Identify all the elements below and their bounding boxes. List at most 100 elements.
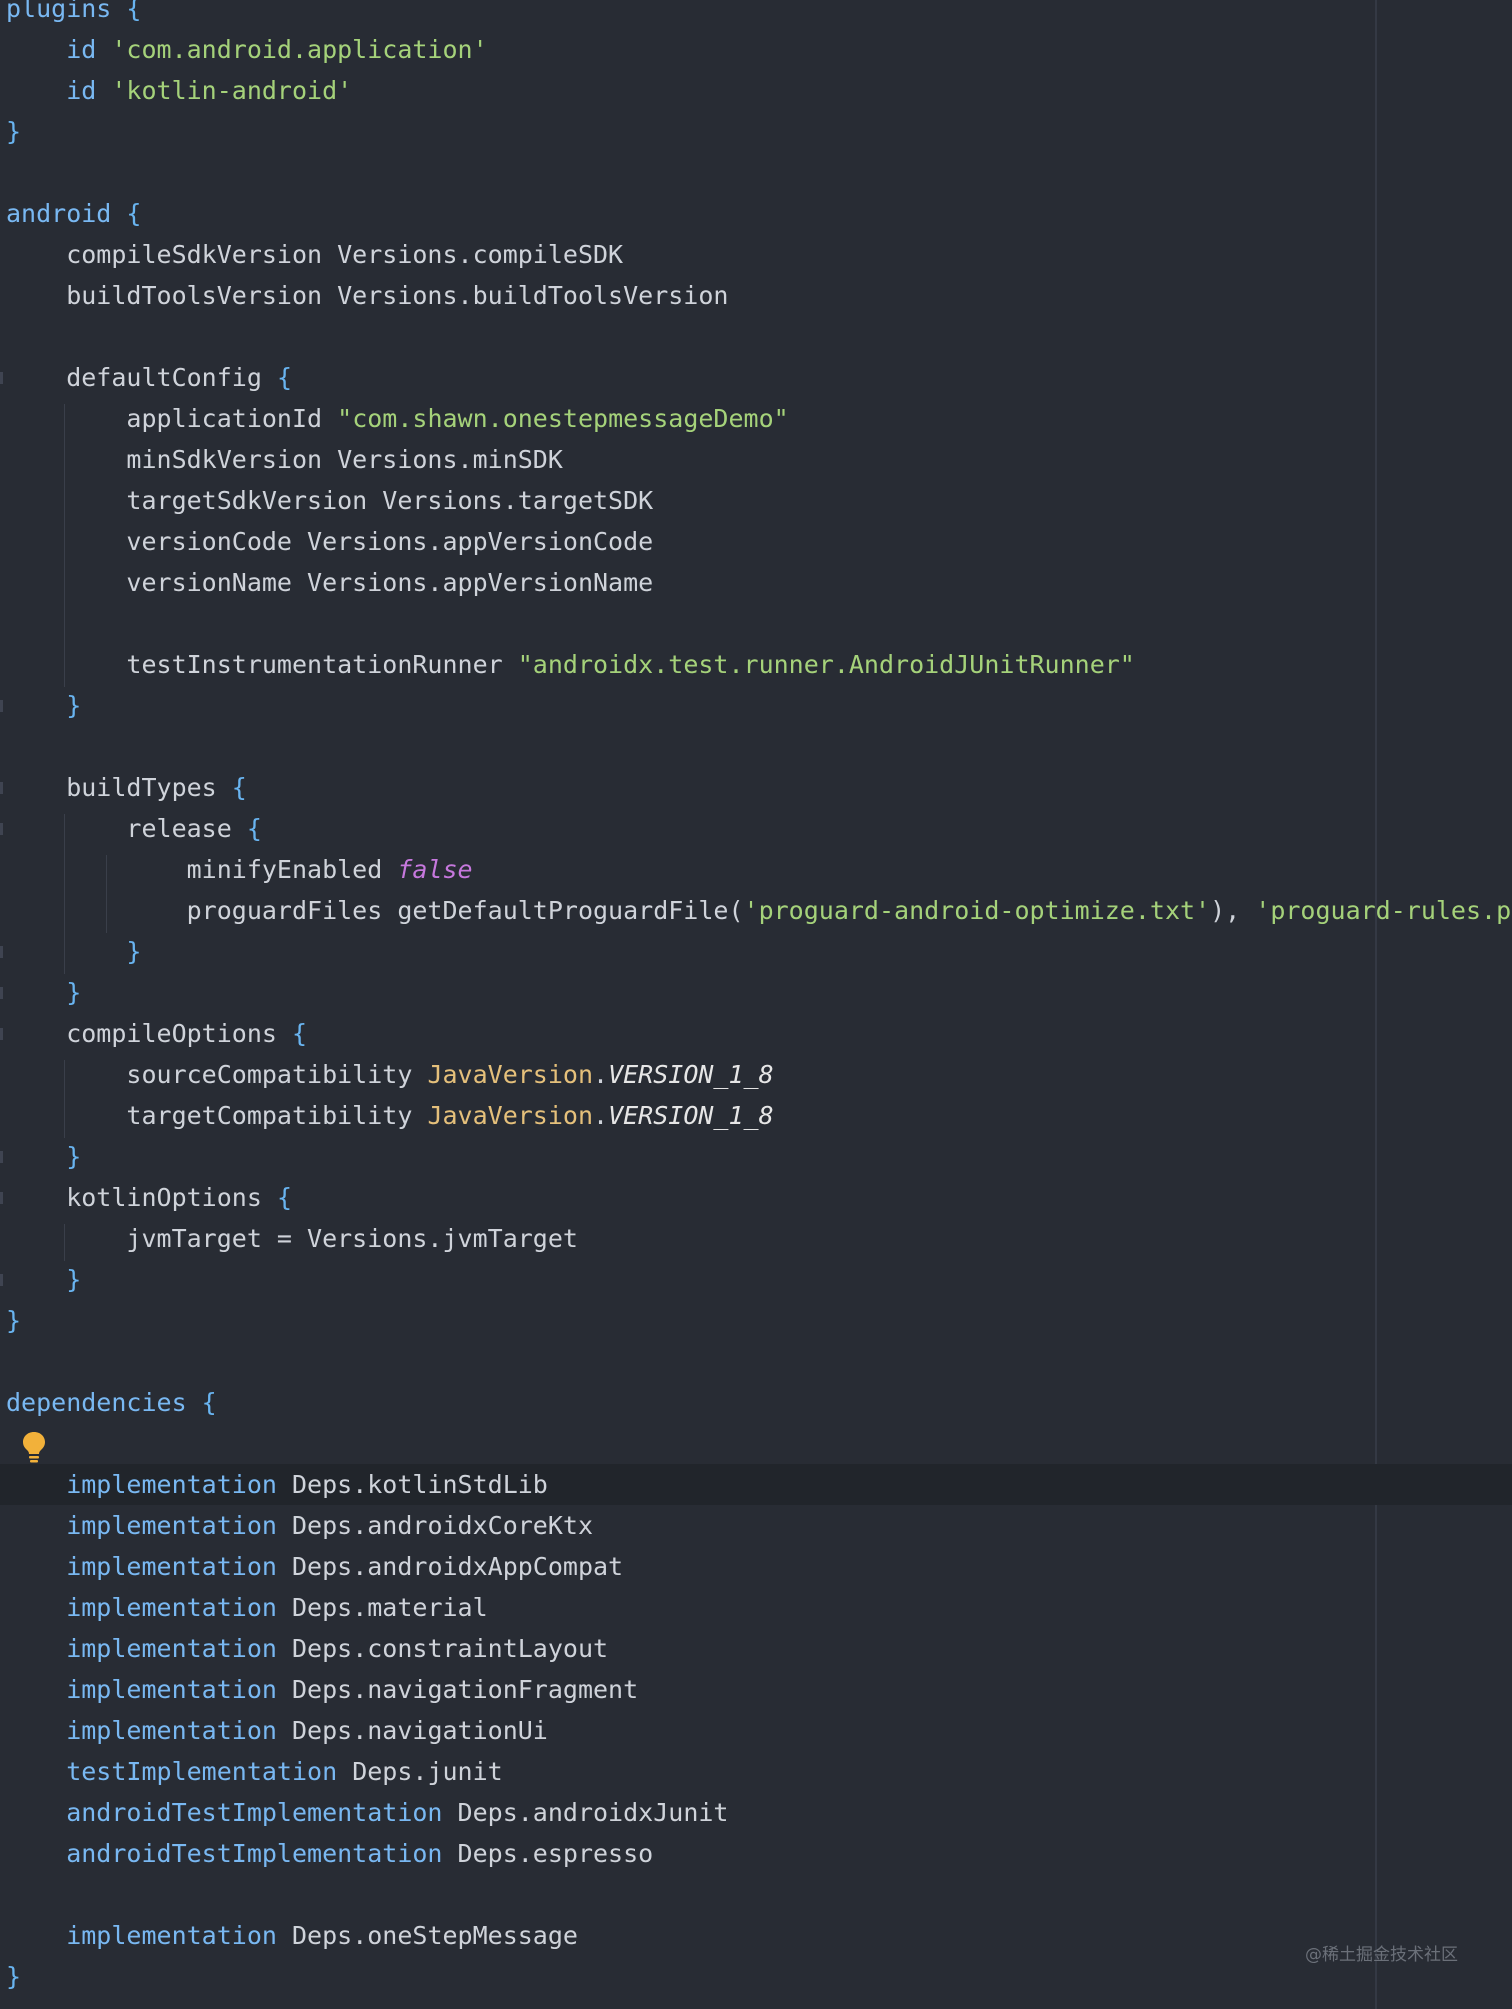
code-token: testImplementation (6, 1757, 353, 1786)
code-line[interactable]: dependencies { (0, 1382, 1512, 1423)
code-line[interactable]: minSdkVersion Versions.minSDK (0, 439, 1512, 480)
code-line[interactable]: } (0, 972, 1512, 1013)
code-token: Deps.androidxAppCompat (291, 1552, 624, 1581)
code-token: buildTypes (6, 773, 232, 802)
code-token: 'com.android.application' (111, 35, 488, 64)
code-line[interactable]: applicationId "com.shawn.onestepmessageD… (0, 398, 1512, 439)
code-token: id (6, 35, 112, 64)
code-line[interactable]: kotlinOptions { (0, 1177, 1512, 1218)
code-token: Deps.navigationFragment (291, 1675, 639, 1704)
code-line[interactable]: implementation Deps.navigationFragment (0, 1669, 1512, 1710)
code-token: release (6, 814, 247, 843)
code-token: VERSION_1_8 (608, 1060, 774, 1089)
code-line[interactable]: versionName Versions.appVersionName (0, 562, 1512, 603)
code-line[interactable]: plugins { (0, 0, 1512, 29)
code-token: . (593, 1060, 609, 1089)
code-token: { (276, 1183, 292, 1212)
code-token: false (397, 855, 473, 884)
code-editor[interactable]: plugins { id 'com.android.application' i… (0, 0, 1512, 2009)
code-line[interactable]: } (0, 931, 1512, 972)
code-line[interactable]: id 'kotlin-android' (0, 70, 1512, 111)
code-token: targetSdkVersion Versions.targetSDK (6, 486, 654, 515)
code-token: android (6, 199, 127, 228)
code-token: proguardFiles getDefaultProguardFile( (6, 896, 744, 925)
code-token: implementation (6, 1552, 292, 1581)
code-token: } (6, 937, 142, 966)
code-line[interactable]: release { (0, 808, 1512, 849)
code-token: implementation (6, 1593, 292, 1622)
code-line[interactable] (0, 603, 1512, 644)
code-line[interactable]: } (0, 1259, 1512, 1300)
code-line[interactable]: implementation Deps.androidxAppCompat (0, 1546, 1512, 1587)
code-token: { (291, 1019, 308, 1048)
code-token: id (6, 76, 112, 105)
code-line[interactable] (0, 1874, 1512, 1915)
code-token: compileOptions (6, 1019, 292, 1048)
code-line[interactable]: androidTestImplementation Deps.espresso (0, 1833, 1512, 1874)
code-line[interactable]: android { (0, 193, 1512, 234)
code-token: androidTestImplementation (6, 1798, 458, 1827)
code-line[interactable]: } (0, 1300, 1512, 1341)
code-token: versionCode Versions.appVersionCode (6, 527, 654, 556)
code-token: implementation (6, 1511, 292, 1540)
code-line[interactable]: compileOptions { (0, 1013, 1512, 1054)
code-token: 'proguard-android-optimize.txt' (743, 896, 1211, 925)
code-token: 'proguard-rules.pro' (1255, 896, 1512, 925)
code-token: { (201, 1388, 217, 1417)
watermark-text: @稀土掘金技术社区 (1305, 1945, 1458, 1965)
code-token: } (6, 691, 82, 720)
code-line[interactable]: testInstrumentationRunner "androidx.test… (0, 644, 1512, 685)
code-line[interactable]: buildToolsVersion Versions.buildToolsVer… (0, 275, 1512, 316)
code-line[interactable] (0, 1341, 1512, 1382)
code-line[interactable]: } (0, 685, 1512, 726)
code-token: Deps.kotlinStdLib (291, 1470, 548, 1499)
code-token: versionName Versions.appVersionName (6, 568, 654, 597)
code-token: kotlinOptions (6, 1183, 277, 1212)
code-line[interactable]: versionCode Versions.appVersionCode (0, 521, 1512, 562)
code-token: } (6, 1962, 22, 1991)
code-line[interactable]: } (0, 1956, 1512, 1997)
code-token: minSdkVersion Versions.minSDK (6, 445, 563, 474)
code-line[interactable]: implementation Deps.oneStepMessage (0, 1915, 1512, 1956)
code-token: testInstrumentationRunner (6, 650, 518, 679)
code-line[interactable] (0, 726, 1512, 767)
code-line[interactable]: jvmTarget = Versions.jvmTarget (0, 1218, 1512, 1259)
code-token: VERSION_1_8 (608, 1101, 774, 1130)
code-line[interactable]: } (0, 111, 1512, 152)
code-token: "androidx.test.runner.AndroidJUnitRunner… (517, 650, 1135, 679)
code-line[interactable]: implementation Deps.kotlinStdLib (0, 1464, 1512, 1505)
code-token: targetCompatibility (6, 1101, 428, 1130)
code-line[interactable]: minifyEnabled false (0, 849, 1512, 890)
code-token: } (6, 978, 82, 1007)
code-line[interactable]: sourceCompatibility JavaVersion.VERSION_… (0, 1054, 1512, 1095)
code-token: implementation (6, 1634, 292, 1663)
code-token: applicationId (6, 404, 338, 433)
code-line[interactable]: targetSdkVersion Versions.targetSDK (0, 480, 1512, 521)
code-token: Deps.navigationUi (291, 1716, 548, 1745)
code-line[interactable] (0, 152, 1512, 193)
code-line[interactable]: id 'com.android.application' (0, 29, 1512, 70)
code-token: } (6, 117, 22, 146)
code-token: JavaVersion (427, 1060, 594, 1089)
code-line[interactable] (0, 1423, 1512, 1464)
code-line[interactable]: testImplementation Deps.junit (0, 1751, 1512, 1792)
code-token: { (126, 0, 142, 23)
code-line[interactable]: buildTypes { (0, 767, 1512, 808)
code-token: defaultConfig (6, 363, 277, 392)
code-token: compileSdkVersion Versions.compileSDK (6, 240, 624, 269)
code-line[interactable]: androidTestImplementation Deps.androidxJ… (0, 1792, 1512, 1833)
code-line[interactable] (0, 316, 1512, 357)
code-line[interactable]: defaultConfig { (0, 357, 1512, 398)
code-line[interactable]: implementation Deps.material (0, 1587, 1512, 1628)
code-line[interactable]: implementation Deps.constraintLayout (0, 1628, 1512, 1669)
lightbulb-icon[interactable] (21, 1430, 47, 1464)
code-line[interactable]: } (0, 1136, 1512, 1177)
code-line[interactable]: implementation Deps.androidxCoreKtx (0, 1505, 1512, 1546)
code-line[interactable]: implementation Deps.navigationUi (0, 1710, 1512, 1751)
code-token: implementation (6, 1921, 292, 1950)
code-token: implementation (6, 1716, 292, 1745)
code-token: } (6, 1306, 22, 1335)
code-line[interactable]: targetCompatibility JavaVersion.VERSION_… (0, 1095, 1512, 1136)
code-line[interactable]: proguardFiles getDefaultProguardFile('pr… (0, 890, 1512, 931)
code-line[interactable]: compileSdkVersion Versions.compileSDK (0, 234, 1512, 275)
